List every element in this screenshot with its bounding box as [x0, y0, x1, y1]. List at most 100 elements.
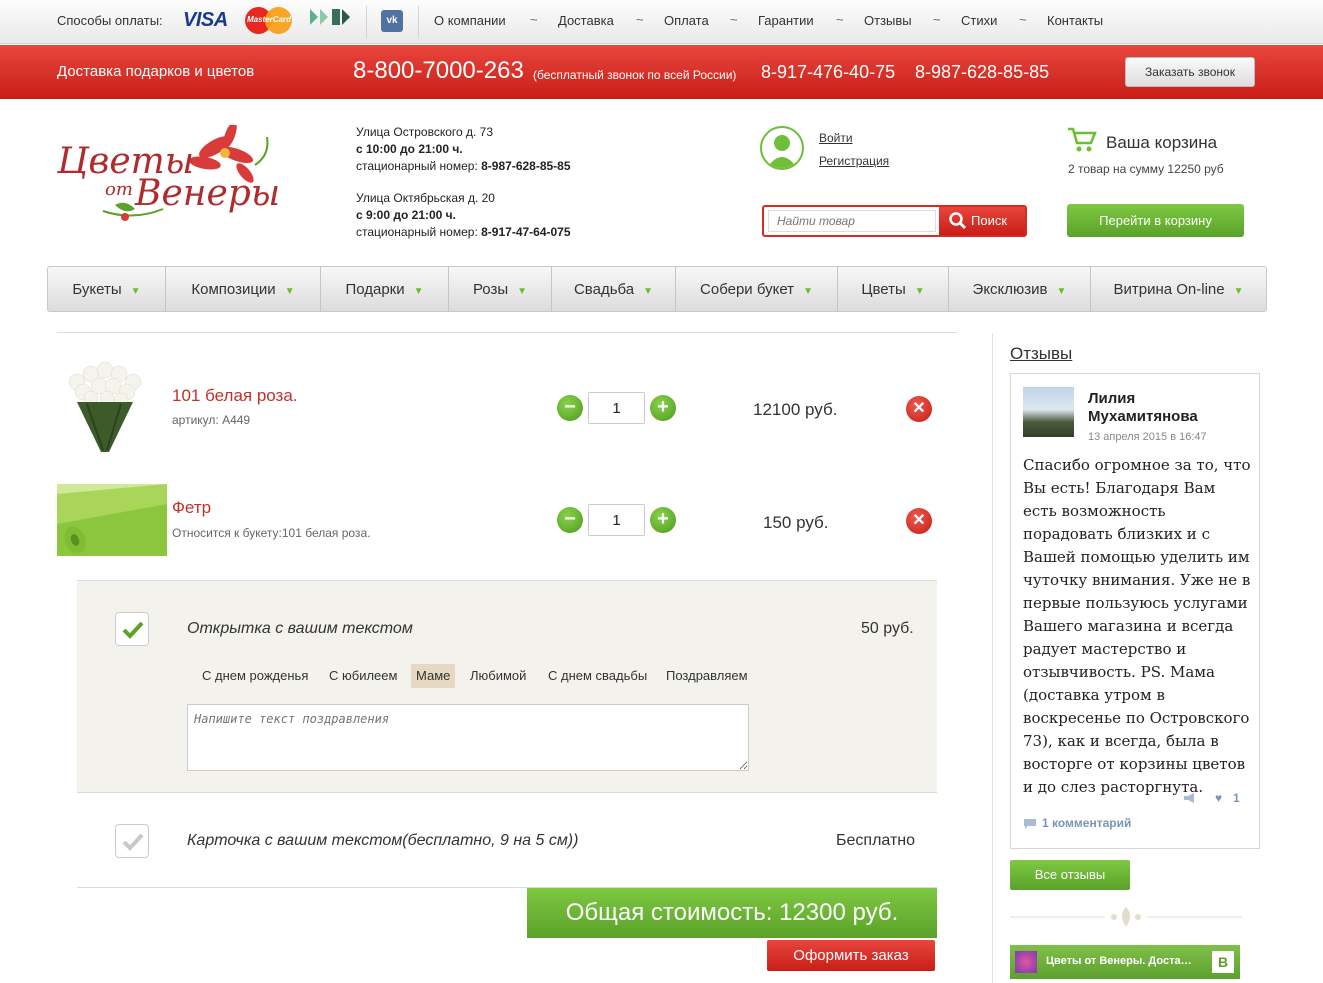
product-relation: Относится к букету:101 белая роза.: [172, 526, 371, 540]
nav-roses[interactable]: Розы ▼: [449, 267, 552, 311]
visa-logo: VISA: [183, 9, 228, 31]
dropdown-arrow-icon: ▼: [517, 286, 528, 297]
remove-item-button[interactable]: ✕: [906, 508, 932, 534]
svg-text:от: от: [105, 179, 133, 200]
payment-logo: [308, 6, 352, 36]
product-image[interactable]: [57, 484, 167, 556]
heart-icon[interactable]: ♥: [1215, 791, 1222, 805]
nav-build-bouquet[interactable]: Собери букет ▼: [676, 267, 838, 311]
mastercard-logo: MasterCard: [245, 7, 292, 34]
postcard-title: Открытка с вашим текстом: [187, 620, 413, 637]
review-card: Лилия Мухамитянова 13 апреля 2015 в 16:4…: [1010, 373, 1260, 849]
address-hours: с 10:00 до 21:00 ч.: [356, 142, 463, 156]
dropdown-arrow-icon: ▼: [1233, 286, 1244, 297]
quantity-decrease-button[interactable]: −: [557, 395, 583, 421]
dropdown-arrow-icon: ▼: [643, 286, 654, 297]
tag-wedding-day[interactable]: С днем свадьбы: [543, 664, 652, 688]
nav-bouquets[interactable]: Букеты ▼: [48, 267, 166, 311]
quantity-increase-button[interactable]: +: [650, 395, 676, 421]
tag-congrats[interactable]: Поздравляем: [661, 664, 753, 688]
register-link[interactable]: Регистрация: [819, 154, 889, 168]
callback-button[interactable]: Заказать звонок: [1125, 57, 1255, 87]
item-price: 150 руб.: [763, 513, 829, 532]
product-name[interactable]: 101 белая роза.: [172, 386, 298, 406]
nav-showcase-online[interactable]: Витрина On-line ▼: [1091, 267, 1266, 311]
search-button-label: Поиск: [971, 213, 1008, 228]
nav-separator: ~: [933, 12, 941, 27]
comments-link[interactable]: 1 комментарий: [1042, 816, 1131, 830]
ornament-divider: [1010, 905, 1242, 929]
nav-wedding[interactable]: Свадьба ▼: [552, 267, 676, 311]
topnav-contacts[interactable]: Контакты: [1047, 13, 1103, 28]
topnav-guarantees[interactable]: Гарантии: [758, 13, 814, 28]
topnav-poems[interactable]: Стихи: [961, 13, 997, 28]
dropdown-arrow-icon: ▼: [914, 286, 925, 297]
avatar[interactable]: [1023, 387, 1074, 437]
product-image[interactable]: [57, 352, 151, 462]
slogan: Доставка подарков и цветов: [57, 63, 255, 80]
quantity-input[interactable]: [588, 392, 645, 424]
checkmark-icon: [122, 833, 144, 851]
address-street: Улица Октябрьская д. 20: [356, 191, 495, 205]
greeting-text-field[interactable]: [187, 704, 749, 771]
address-phone-label: стационарный номер:: [356, 225, 478, 239]
address-phone-label: стационарный номер:: [356, 159, 478, 173]
site-logo[interactable]: Цветы от Венеры: [55, 121, 335, 235]
nav-exclusive[interactable]: Эксклюзив ▼: [949, 267, 1091, 311]
separator: [366, 6, 367, 38]
topnav-delivery[interactable]: Доставка: [558, 13, 614, 28]
main-phone: 8-800-7000-263: [353, 57, 524, 84]
nav-gifts[interactable]: Подарки ▼: [321, 267, 449, 311]
cart-title[interactable]: Ваша корзина: [1106, 133, 1217, 153]
all-reviews-button[interactable]: Все отзывы: [1010, 860, 1130, 890]
review-author[interactable]: Лилия Мухамитянова: [1088, 390, 1248, 426]
vk-icon[interactable]: vk: [381, 10, 403, 32]
quantity-input[interactable]: [588, 504, 645, 536]
nav-label: Свадьба: [573, 281, 635, 298]
share-icon[interactable]: [1183, 792, 1197, 804]
divider: [57, 332, 957, 333]
search-icon: [949, 212, 967, 230]
cart-summary: 2 товар на сумму 12250 руб: [1068, 162, 1224, 176]
nav-label: Букеты: [72, 281, 122, 298]
search-button[interactable]: Поиск: [939, 207, 1025, 235]
dropdown-arrow-icon: ▼: [1056, 286, 1067, 297]
nav-label: Композиции: [191, 281, 276, 298]
checkout-button[interactable]: Оформить заказ: [767, 940, 935, 971]
quantity-increase-button[interactable]: +: [650, 507, 676, 533]
nav-separator: ~: [1019, 12, 1027, 27]
address-hours: с 9:00 до 21:00 ч.: [356, 208, 456, 222]
nav-compositions[interactable]: Композиции ▼: [166, 267, 321, 311]
phone-2: 8-917-476-40-75: [761, 62, 896, 82]
contact-bar: Доставка подарков и цветов 8-800-7000-26…: [0, 45, 1323, 99]
reviews-heading[interactable]: Отзывы: [1010, 344, 1072, 364]
search-input[interactable]: [768, 210, 936, 232]
login-link[interactable]: Войти: [819, 131, 853, 145]
main-nav: Букеты ▼ Композиции ▼ Подарки ▼ Розы ▼ Свадь…: [47, 266, 1267, 312]
vk-group-widget[interactable]: Цветы от Венеры. Доста… В: [1010, 945, 1240, 979]
quantity-decrease-button[interactable]: −: [557, 507, 583, 533]
topnav-about[interactable]: О компании: [434, 13, 506, 28]
nav-separator: ~: [730, 12, 738, 27]
nav-label: Цветы: [861, 281, 906, 298]
go-to-cart-button[interactable]: Перейти в корзину: [1067, 204, 1244, 237]
postcard-checkbox[interactable]: [115, 612, 149, 646]
card-checkbox[interactable]: [115, 824, 149, 858]
nav-label: Собери букет: [700, 281, 795, 298]
svg-text:Венеры: Венеры: [134, 173, 280, 214]
tag-beloved[interactable]: Любимой: [465, 664, 531, 688]
tag-mother[interactable]: Маме: [411, 664, 456, 688]
cart-icon[interactable]: [1067, 127, 1097, 156]
address-street: Улица Островского д. 73: [356, 125, 494, 139]
topnav-payment[interactable]: Оплата: [664, 13, 709, 28]
product-name[interactable]: Фетр: [172, 498, 211, 518]
group-thumbnail: [1015, 951, 1037, 973]
nav-separator: ~: [530, 12, 538, 27]
nav-flowers[interactable]: Цветы ▼: [838, 267, 949, 311]
tag-birthday[interactable]: С днем рожденья: [197, 664, 313, 688]
likes-count: 1: [1233, 791, 1240, 805]
tag-anniversary[interactable]: С юбилеем: [324, 664, 402, 688]
remove-item-button[interactable]: ✕: [906, 396, 932, 422]
nav-label: Витрина On-line: [1113, 281, 1225, 298]
topnav-reviews[interactable]: Отзывы: [864, 13, 912, 28]
